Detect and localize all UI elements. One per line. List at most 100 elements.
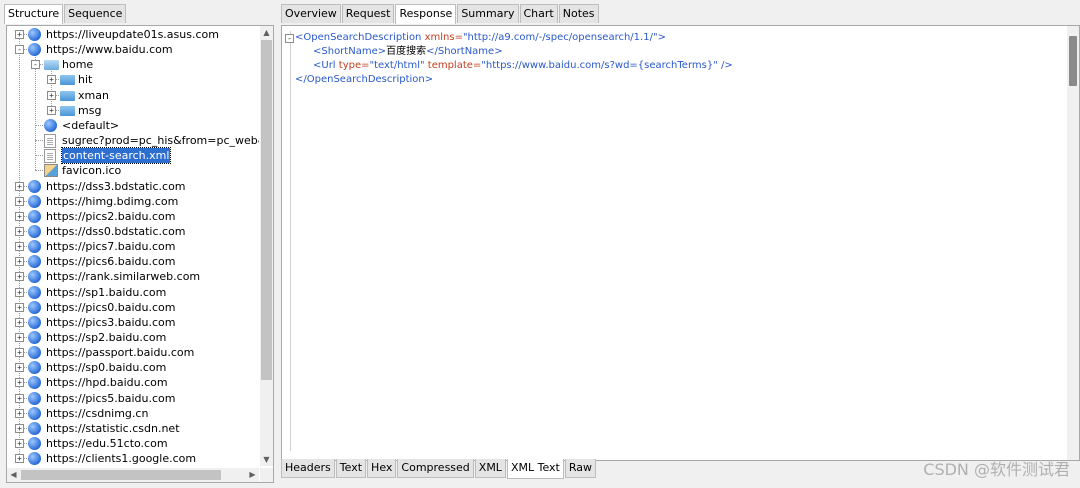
collapse-minus-icon[interactable]: - [31, 60, 40, 70]
expand-plus-icon[interactable]: + [15, 211, 24, 221]
expand-plus-icon[interactable]: + [15, 302, 24, 312]
tree-node[interactable]: sugrec?prod=pc_his&from=pc_web&jso [7, 133, 259, 149]
tree-node-label: https://liveupdate01s.asus.com [46, 28, 219, 41]
collapse-toggle-icon[interactable]: - [285, 34, 294, 43]
tab-compressed[interactable]: Compressed [397, 459, 474, 478]
tree-node[interactable]: + msg [7, 103, 259, 118]
response-scroll-thumb[interactable] [1069, 36, 1077, 86]
tree-node[interactable]: + https://pics3.baidu.com [7, 315, 259, 330]
tree-node-label: https://sp0.baidu.com [46, 361, 167, 375]
expand-plus-icon[interactable]: + [15, 257, 24, 267]
expand-plus-icon[interactable]: + [15, 181, 24, 191]
expand-plus-icon[interactable]: + [15, 363, 24, 373]
tree-node[interactable]: favicon.ico [7, 163, 259, 178]
tree-node[interactable]: <default> [7, 118, 259, 133]
tab-chart[interactable]: Chart [519, 4, 558, 23]
tree-node-label: https://sp2.baidu.com [46, 331, 167, 344]
tree-node[interactable]: + https://statistic.csdn.net [7, 421, 259, 436]
tree-node[interactable]: + https://sp2.baidu.com [7, 330, 259, 345]
tab-raw[interactable]: Raw [564, 459, 596, 478]
expand-plus-icon[interactable]: + [15, 226, 24, 236]
tree-node[interactable]: + https://pics7.baidu.com [7, 239, 259, 254]
tree-node[interactable]: - home [7, 57, 259, 72]
tab-xml[interactable]: XML [474, 459, 506, 478]
tree-node[interactable]: + https://pics6.baidu.com [7, 254, 259, 269]
tree-node[interactable]: + https://csdnimg.cn [7, 406, 259, 421]
expand-plus-icon[interactable]: + [47, 105, 56, 115]
expand-plus-icon[interactable]: + [15, 348, 24, 358]
tab-overview[interactable]: Overview [281, 4, 341, 23]
tree-node[interactable]: + xman [7, 88, 259, 103]
globe-icon [28, 209, 41, 223]
scroll-left-icon[interactable]: ◀ [7, 468, 20, 481]
expand-plus-icon[interactable]: + [15, 30, 24, 39]
xml-tag: <Url [313, 60, 336, 71]
globe-icon [28, 240, 41, 254]
tab-request[interactable]: Request [341, 4, 395, 23]
image-file-icon [44, 164, 58, 178]
expand-plus-icon[interactable]: + [15, 423, 24, 433]
scroll-down-icon[interactable]: ▼ [260, 453, 273, 466]
expand-plus-icon[interactable]: + [15, 454, 24, 464]
response-vertical-scrollbar[interactable] [1067, 26, 1079, 460]
host-tree[interactable]: + https://liveupdate01s.asus.com - https://… [7, 26, 259, 466]
tab-xml-text[interactable]: XML Text [506, 459, 564, 479]
collapse-minus-icon[interactable]: - [15, 45, 24, 55]
expand-plus-icon[interactable]: + [15, 408, 24, 418]
tab-text[interactable]: Text [335, 459, 367, 478]
expand-plus-icon[interactable]: + [15, 242, 24, 252]
tree-node[interactable]: + https://pics2.baidu.com [7, 209, 259, 224]
tree-node[interactable]: + https://pics5.baidu.com [7, 391, 259, 406]
tree-node-label: https://rank.similarweb.com [46, 270, 201, 284]
tree-vertical-scroll-thumb[interactable] [261, 40, 272, 380]
expand-plus-icon[interactable]: + [15, 317, 24, 327]
tab-response[interactable]: Response [395, 4, 457, 24]
folder-open-icon [44, 60, 59, 71]
tree-node[interactable]: + https://dss3.bdstatic.com [7, 179, 259, 194]
globe-icon [28, 437, 41, 451]
globe-icon [28, 421, 41, 435]
tree-node[interactable]: + https://clients1.google.com [7, 451, 259, 466]
expand-plus-icon[interactable]: + [15, 196, 24, 206]
expand-plus-icon[interactable]: + [15, 393, 24, 403]
tree-horizontal-scroll-thumb[interactable] [21, 470, 221, 480]
scroll-up-icon[interactable]: ▲ [260, 26, 273, 39]
tab-sequence[interactable]: Sequence [64, 4, 127, 23]
expand-plus-icon[interactable]: + [47, 90, 56, 100]
tree-vertical-scrollbar[interactable]: ▲ ▼ [260, 26, 273, 466]
tree-node-label: https://hpd.baidu.com [46, 376, 168, 390]
xml-text-view[interactable]: - <OpenSearchDescription xmlns="http://a… [285, 31, 1061, 451]
expand-plus-icon[interactable]: + [15, 287, 24, 297]
tree-node[interactable]: content-search.xml [7, 147, 259, 165]
tree-node[interactable]: + https://himg.bdimg.com [7, 194, 259, 209]
tree-node[interactable]: + https://sp1.baidu.com [7, 285, 259, 300]
tab-notes[interactable]: Notes [558, 4, 599, 23]
xml-tag: <ShortName [313, 46, 378, 57]
tree-node[interactable]: + https://hpd.baidu.com [7, 375, 259, 390]
tree-node[interactable]: + hit [7, 72, 259, 87]
globe-icon [28, 376, 41, 390]
tree-node[interactable]: + https://passport.baidu.com [7, 345, 259, 360]
tree-horizontal-scrollbar[interactable]: ◀ ▶ [7, 468, 259, 482]
tree-node[interactable]: + https://sp0.baidu.com [7, 360, 259, 375]
globe-icon [28, 43, 41, 57]
tab-structure[interactable]: Structure [4, 4, 64, 24]
tab-headers[interactable]: Headers [281, 459, 335, 478]
tab-summary[interactable]: Summary [457, 4, 519, 23]
tree-node[interactable]: + https://dss0.bdstatic.com [7, 224, 259, 239]
tree-node[interactable]: + https://rank.similarweb.com [7, 269, 259, 284]
tree-node[interactable]: + https://pics0.baidu.com [7, 300, 259, 315]
expand-plus-icon[interactable]: + [15, 333, 24, 342]
scroll-right-icon[interactable]: ▶ [246, 468, 259, 481]
tree-node[interactable]: - https://www.baidu.com [7, 42, 259, 57]
expand-plus-icon[interactable]: + [15, 439, 24, 449]
expand-plus-icon[interactable]: + [15, 272, 24, 282]
globe-icon [28, 331, 41, 344]
expand-plus-icon[interactable]: + [47, 75, 56, 85]
tree-node[interactable]: + https://edu.51cto.com [7, 436, 259, 451]
expand-plus-icon[interactable]: + [15, 378, 24, 388]
xml-attr-value: "https://www.baidu.com/s?wd={searchTerms… [481, 60, 718, 71]
tree-node[interactable]: + https://liveupdate01s.asus.com [7, 27, 259, 42]
globe-icon [28, 315, 41, 329]
tab-hex[interactable]: Hex [367, 459, 397, 478]
